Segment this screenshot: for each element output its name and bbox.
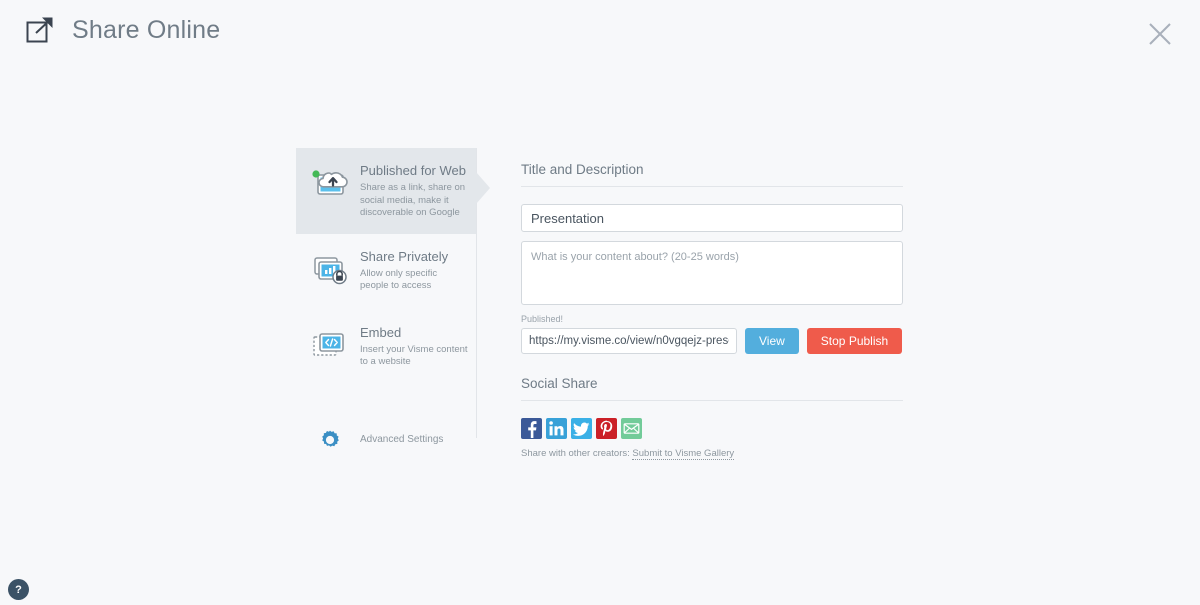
sidebar-item-desc: Insert your Visme content to a website <box>360 343 468 368</box>
sidebar-item-advanced-settings[interactable]: Advanced Settings <box>296 420 476 466</box>
sidebar-item-label: Advanced Settings <box>360 433 444 445</box>
sidebar-item-title: Embed <box>360 324 402 340</box>
published-status-label: Published! <box>521 314 564 324</box>
title-input[interactable] <box>521 204 903 232</box>
close-button[interactable] <box>1144 18 1176 50</box>
share-settings-panel: Title and Description Published! View St… <box>521 162 903 460</box>
email-share-button[interactable] <box>621 418 642 439</box>
linkedin-share-button[interactable] <box>546 418 567 439</box>
external-link-icon <box>24 14 56 46</box>
sidebar-item-text: Embed Insert your Visme content to a web… <box>356 322 468 372</box>
description-input[interactable] <box>521 241 903 305</box>
share-online-dialog: Share Online Published for Web Share as … <box>0 0 1200 605</box>
question-mark-icon: ? <box>15 583 22 596</box>
sidebar-item-desc: Allow only specific people to access <box>360 267 438 292</box>
email-icon <box>621 418 642 439</box>
dialog-header: Share Online <box>0 0 1200 70</box>
sidebar-item-text: Published for Web Share as a link, share… <box>356 160 468 220</box>
social-share-buttons <box>521 418 903 439</box>
share-mode-nav: Published for Web Share as a link, share… <box>296 148 490 466</box>
page-title: Share Online <box>72 16 221 44</box>
close-icon <box>1147 21 1173 47</box>
facebook-share-button[interactable] <box>521 418 542 439</box>
sidebar-item-desc: Share as a link, share on social media, … <box>360 182 466 218</box>
code-screen-icon <box>304 322 356 372</box>
screen-lock-icon <box>304 246 356 296</box>
view-button[interactable]: View <box>745 328 799 354</box>
pinterest-share-button[interactable] <box>596 418 617 439</box>
twitter-share-button[interactable] <box>571 418 592 439</box>
creators-label: Share with other creators: <box>521 448 630 459</box>
share-url-input[interactable] <box>521 328 737 354</box>
header-left-group: Share Online <box>24 14 220 46</box>
sidebar-item-published-for-web[interactable]: Published for Web Share as a link, share… <box>296 148 490 234</box>
social-share-heading: Social Share <box>521 376 903 401</box>
linkedin-icon <box>546 418 567 439</box>
submit-to-gallery-link[interactable]: Submit to Visme Gallery <box>632 448 735 460</box>
cloud-upload-screen-icon <box>304 160 356 220</box>
sidebar-item-share-privately[interactable]: Share Privately Allow only specific peop… <box>296 234 476 310</box>
sidebar-item-text: Share Privately Allow only specific peop… <box>356 246 468 296</box>
gear-icon <box>304 429 356 451</box>
stop-publish-button[interactable]: Stop Publish <box>806 328 903 354</box>
sidebar-item-embed[interactable]: Embed Insert your Visme content to a web… <box>296 310 476 386</box>
sidebar-item-title: Share Privately <box>360 248 449 264</box>
facebook-icon <box>521 418 542 439</box>
title-description-heading: Title and Description <box>521 162 903 187</box>
sidebar-item-title: Published for Web <box>360 163 466 178</box>
pinterest-icon <box>596 418 617 439</box>
help-button[interactable]: ? <box>8 579 29 600</box>
share-url-row: View Stop Publish <box>521 328 903 354</box>
twitter-icon <box>571 418 592 439</box>
creators-note: Share with other creators: Submit to Vis… <box>521 448 903 460</box>
